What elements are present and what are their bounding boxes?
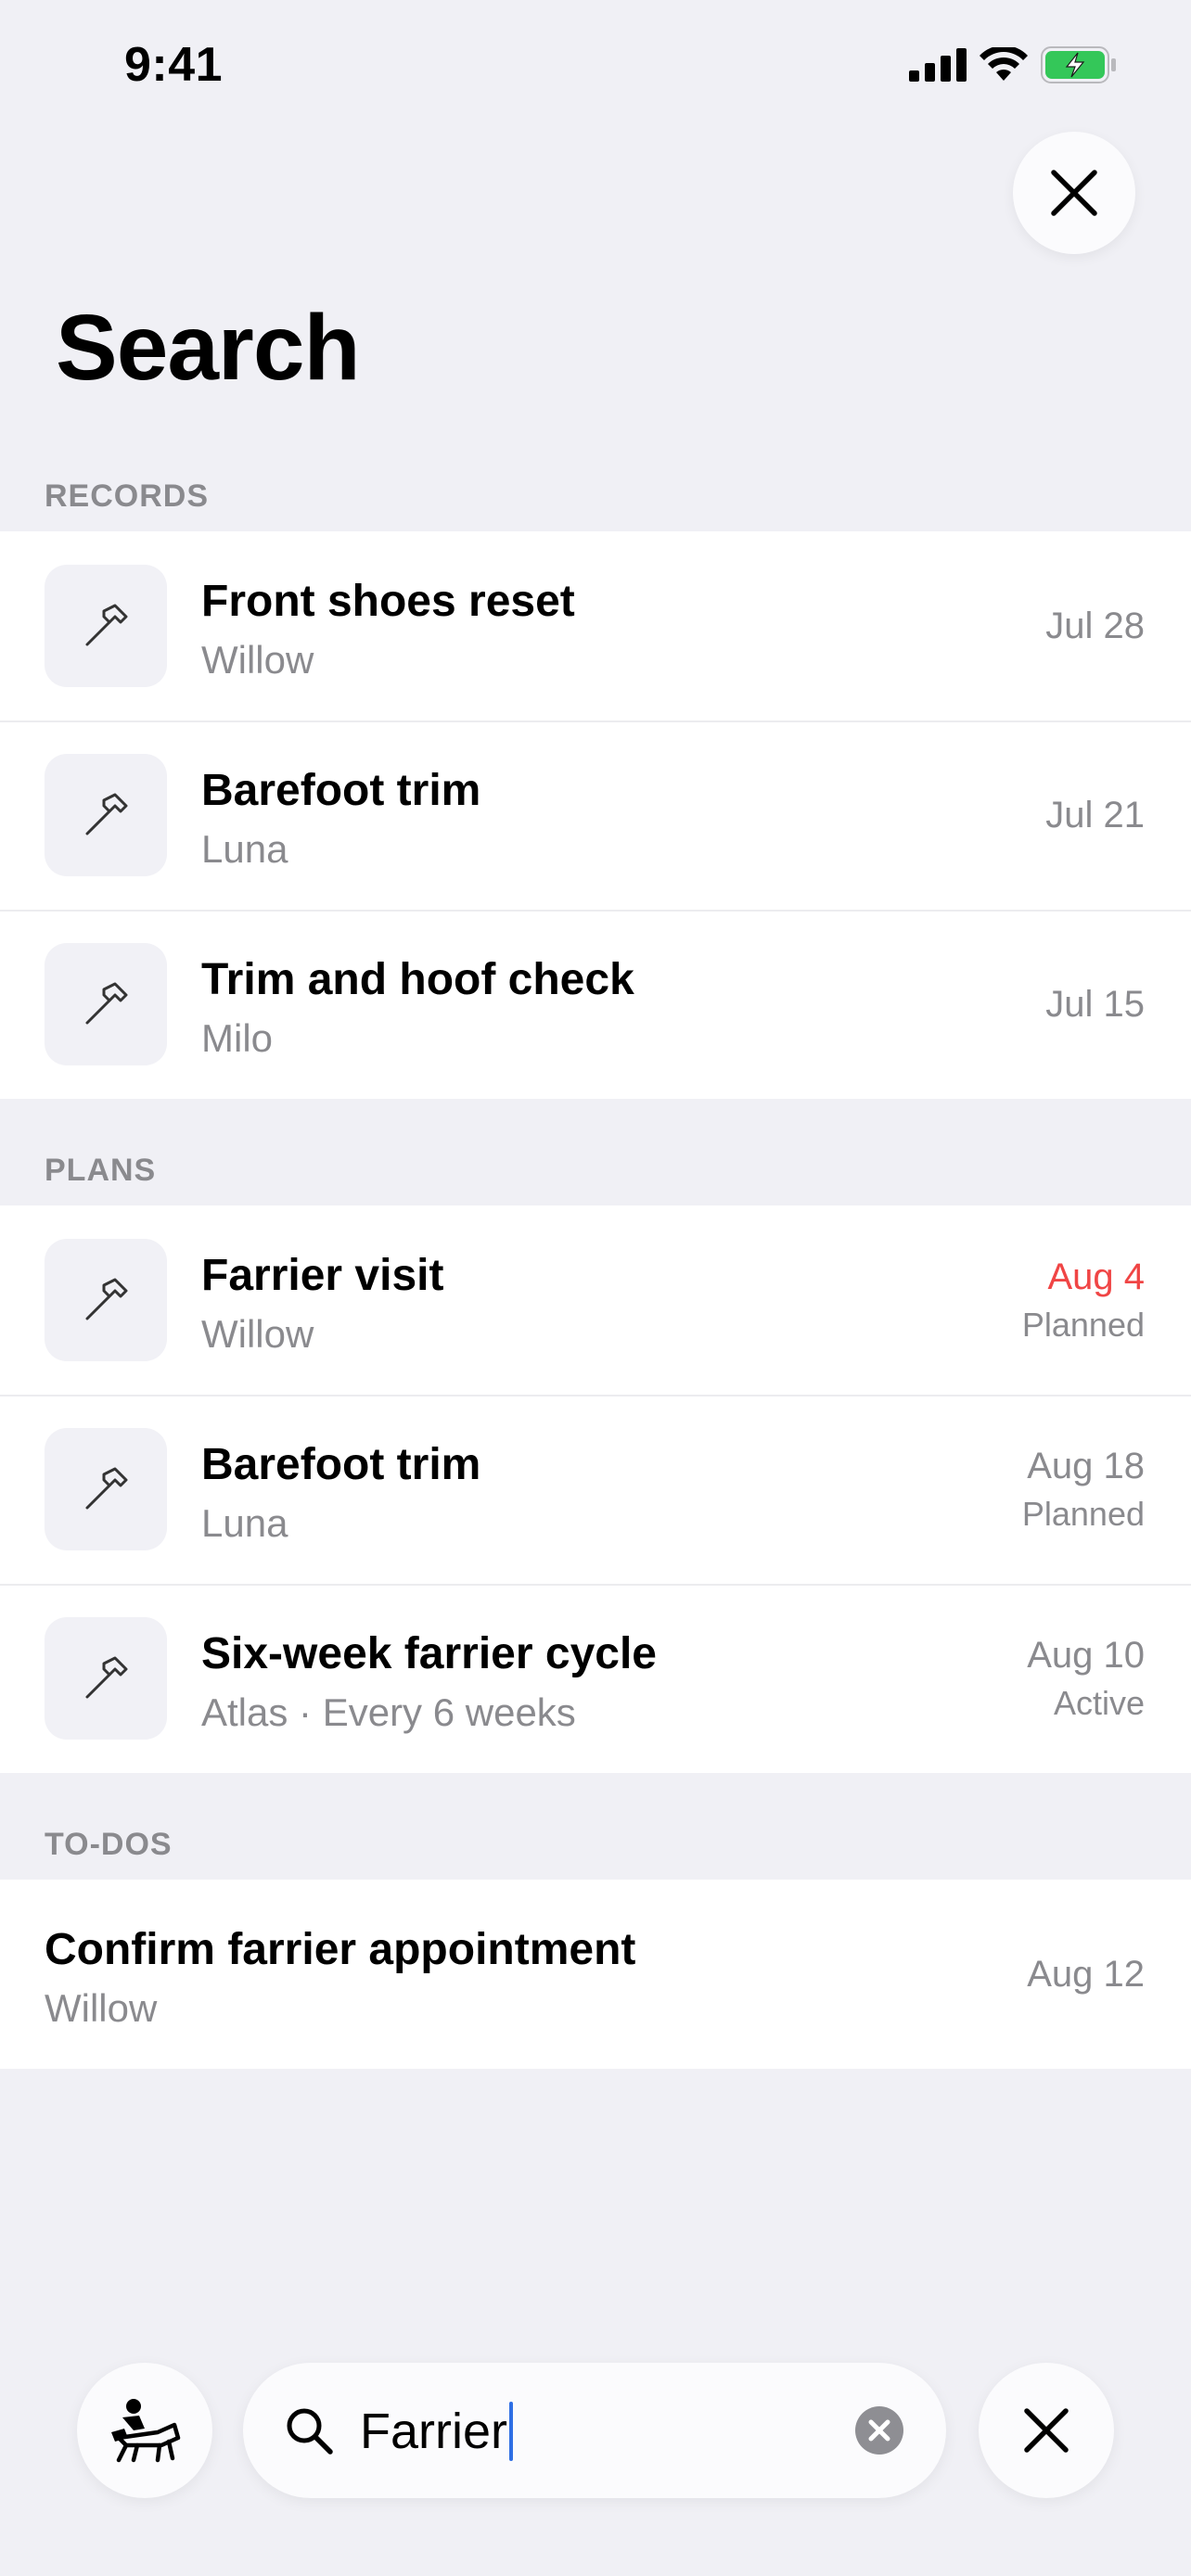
section-header-records: RECORDS bbox=[45, 478, 210, 514]
hammer-icon bbox=[85, 604, 128, 646]
item-title: Six-week farrier cycle bbox=[201, 1629, 657, 1678]
item-date: Jul 15 bbox=[1045, 984, 1145, 1025]
item-thumbnail bbox=[45, 943, 167, 1065]
item-date: Jul 21 bbox=[1045, 795, 1145, 835]
item-subtitle: Atlas · Every 6 weeks bbox=[201, 1690, 576, 1734]
cancel-search-button[interactable] bbox=[979, 2363, 1114, 2498]
list-item[interactable]: Farrier visit Willow Aug 4 Planned bbox=[0, 1205, 1191, 1395]
list-item[interactable]: Six-week farrier cycle Atlas · Every 6 w… bbox=[0, 1584, 1191, 1773]
hammer-icon bbox=[85, 793, 128, 835]
search-input-value: Farrier bbox=[360, 2404, 507, 2459]
section-header-plans: PLANS bbox=[45, 1153, 157, 1188]
item-thumbnail bbox=[45, 1617, 167, 1740]
item-title: Trim and hoof check bbox=[201, 955, 634, 1004]
list-item[interactable]: Barefoot trim Luna Jul 21 bbox=[0, 721, 1191, 910]
clear-icon[interactable] bbox=[855, 2406, 903, 2455]
text-caret bbox=[509, 2402, 513, 2461]
item-status: Active bbox=[1053, 1684, 1145, 1722]
cellular-signal-icon bbox=[909, 48, 967, 82]
hammer-icon bbox=[85, 1278, 128, 1320]
search-screen: 9:41 Search RECORDS Front shoes reset Wi… bbox=[0, 0, 1191, 2576]
item-subtitle: Willow bbox=[45, 1986, 158, 2030]
item-thumbnail bbox=[45, 1428, 167, 1550]
item-title: Front shoes reset bbox=[201, 577, 575, 626]
item-subtitle: Willow bbox=[201, 1312, 314, 1356]
section-header-todos: TO-DOS bbox=[45, 1827, 173, 1862]
item-subtitle: Milo bbox=[201, 1016, 274, 1060]
search-icon bbox=[287, 2408, 333, 2455]
wifi-icon bbox=[980, 47, 1028, 81]
hammer-icon bbox=[85, 1467, 128, 1510]
list-item[interactable]: Barefoot trim Luna Aug 18 Planned bbox=[0, 1395, 1191, 1584]
item-subtitle: Willow bbox=[201, 638, 314, 682]
item-date: Aug 12 bbox=[1027, 1954, 1145, 1995]
item-subtitle: Luna bbox=[201, 827, 288, 871]
search-input[interactable]: Farrier bbox=[360, 2402, 513, 2461]
hammer-icon bbox=[85, 1656, 128, 1699]
records-list: Front shoes reset Willow Jul 28 Barefoot… bbox=[0, 531, 1191, 1099]
item-date: Jul 28 bbox=[1045, 606, 1145, 646]
status-time: 9:41 bbox=[124, 38, 224, 92]
item-thumbnail bbox=[45, 754, 167, 876]
status-icons bbox=[909, 46, 1117, 83]
list-item[interactable]: Front shoes reset Willow Jul 28 bbox=[0, 531, 1191, 721]
list-item[interactable]: Confirm farrier appointment Willow Aug 1… bbox=[0, 1880, 1191, 2069]
item-thumbnail bbox=[45, 565, 167, 687]
item-title: Barefoot trim bbox=[201, 766, 481, 815]
item-date: Aug 18 bbox=[1027, 1446, 1145, 1486]
item-title: Farrier visit bbox=[201, 1251, 444, 1300]
close-icon bbox=[1051, 170, 1097, 216]
item-date: Aug 10 bbox=[1027, 1635, 1145, 1676]
item-status: Planned bbox=[1021, 1495, 1145, 1533]
item-title: Barefoot trim bbox=[201, 1440, 481, 1489]
search-field[interactable]: Farrier bbox=[243, 2363, 946, 2498]
hammer-icon bbox=[85, 982, 128, 1025]
item-date-overdue: Aug 4 bbox=[1047, 1256, 1145, 1297]
horse-rider-button[interactable] bbox=[77, 2363, 212, 2498]
page-title: Search bbox=[56, 296, 361, 400]
list-item[interactable]: Trim and hoof check Milo Jul 15 bbox=[0, 910, 1191, 1099]
item-subtitle: Luna bbox=[201, 1501, 288, 1545]
todos-list: Confirm farrier appointment Willow Aug 1… bbox=[0, 1880, 1191, 2069]
item-thumbnail bbox=[45, 1239, 167, 1361]
item-title: Confirm farrier appointment bbox=[45, 1925, 636, 1974]
close-icon bbox=[1024, 2408, 1069, 2453]
horse-rider-icon bbox=[111, 2399, 181, 2463]
item-status: Planned bbox=[1021, 1306, 1145, 1344]
close-button[interactable] bbox=[1013, 132, 1135, 254]
plans-list: Farrier visit Willow Aug 4 Planned Baref… bbox=[0, 1205, 1191, 1773]
battery-charging-icon bbox=[1041, 46, 1116, 83]
